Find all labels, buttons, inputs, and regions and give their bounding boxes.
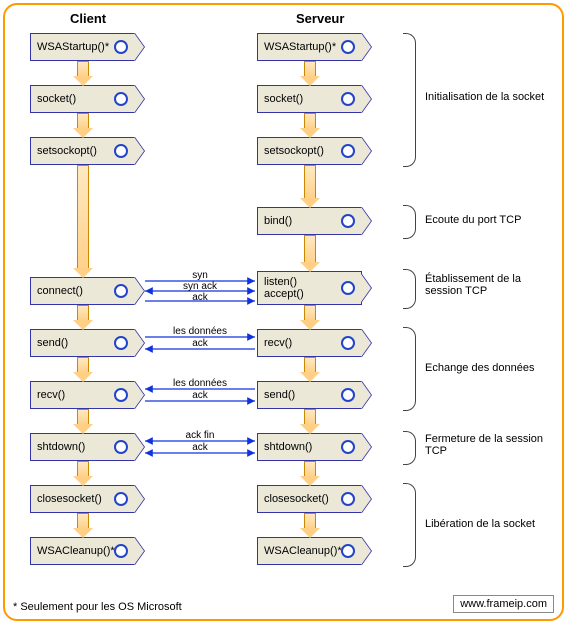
client-node-recv: recv() (30, 381, 135, 409)
node-label: WSACleanup()* (264, 545, 342, 557)
phase-label: Établissement de la session TCP (425, 273, 550, 297)
client-node-connect: connect() (30, 277, 135, 305)
phase-label: Echange des données (425, 362, 550, 374)
client-node-wsacleanup: WSACleanup()* (30, 537, 135, 565)
column-header-client: Client (70, 11, 106, 26)
node-label: bind() (264, 215, 292, 227)
flow-arrow-icon (77, 461, 89, 477)
flow-arrow-icon (77, 357, 89, 373)
node-label: shtdown() (264, 441, 312, 453)
msg-label: les données (160, 326, 240, 337)
client-node-send: send() (30, 329, 135, 357)
flow-arrow-icon (304, 165, 316, 199)
flow-arrow-icon (304, 305, 316, 321)
msg-label: ack (160, 390, 240, 401)
client-node-socket: socket() (30, 85, 135, 113)
brace-icon (403, 33, 416, 167)
flow-arrow-icon (304, 61, 316, 77)
node-label: socket() (37, 93, 76, 105)
server-node-closesocket: closesocket() (257, 485, 362, 513)
brace-icon (403, 431, 416, 465)
client-node-closesocket: closesocket() (30, 485, 135, 513)
msg-label: ack (160, 292, 240, 303)
phase-label: Fermeture de la session TCP (425, 433, 550, 457)
flow-arrow-icon (77, 513, 89, 529)
website-caption: www.frameip.com (453, 595, 554, 613)
brace-icon (403, 483, 416, 567)
node-label: recv() (264, 337, 292, 349)
flow-arrow-icon (77, 305, 89, 321)
diagram-frame: Client Serveur WSAStartup()* socket() se… (3, 3, 564, 621)
brace-icon (403, 205, 416, 239)
server-node-setsockopt: setsockopt() (257, 137, 362, 165)
node-label: setsockopt() (264, 145, 324, 157)
client-node-setsockopt: setsockopt() (30, 137, 135, 165)
phase-label: Initialisation de la socket (425, 91, 550, 103)
brace-icon (403, 269, 416, 309)
server-node-bind: bind() (257, 207, 362, 235)
msg-label: ack (160, 338, 240, 349)
server-node-send: send() (257, 381, 362, 409)
node-label: connect() (37, 285, 83, 297)
flow-arrow-icon (77, 61, 89, 77)
server-node-shutdown: shtdown() (257, 433, 362, 461)
node-label: closesocket() (264, 493, 329, 505)
phase-label: Libération de la socket (425, 518, 550, 530)
node-label: listen() accept() (264, 276, 304, 300)
flow-arrow-icon (304, 513, 316, 529)
msg-label: ack fin (160, 430, 240, 441)
node-label: send() (264, 389, 295, 401)
client-node-wsastartup: WSAStartup()* (30, 33, 135, 61)
flow-arrow-icon (304, 235, 316, 263)
brace-icon (403, 327, 416, 411)
flow-arrow-icon (304, 113, 316, 129)
msg-label: les données (160, 378, 240, 389)
node-label: recv() (37, 389, 65, 401)
node-label: send() (37, 337, 68, 349)
node-label: WSAStartup()* (37, 41, 109, 53)
msg-label: syn (160, 270, 240, 281)
node-label: WSAStartup()* (264, 41, 336, 53)
flow-arrow-icon (304, 357, 316, 373)
server-node-wsastartup: WSAStartup()* (257, 33, 362, 61)
phase-label: Ecoute du port TCP (425, 214, 550, 226)
client-node-shutdown: shtdown() (30, 433, 135, 461)
server-node-wsacleanup: WSACleanup()* (257, 537, 362, 565)
node-label: WSACleanup()* (37, 545, 115, 557)
flow-arrow-icon (304, 461, 316, 477)
flow-arrow-icon (77, 409, 89, 425)
server-node-listen-accept: listen() accept() (257, 271, 362, 305)
server-node-recv: recv() (257, 329, 362, 357)
node-label: closesocket() (37, 493, 102, 505)
flow-arrow-icon (304, 409, 316, 425)
server-node-socket: socket() (257, 85, 362, 113)
node-label: shtdown() (37, 441, 85, 453)
node-label: setsockopt() (37, 145, 97, 157)
footnote: * Seulement pour les OS Microsoft (13, 601, 182, 613)
column-header-server: Serveur (296, 11, 344, 26)
flow-arrow-icon (77, 165, 89, 269)
msg-label: syn ack (160, 281, 240, 292)
msg-label: ack (160, 442, 240, 453)
node-label: socket() (264, 93, 303, 105)
flow-arrow-icon (77, 113, 89, 129)
